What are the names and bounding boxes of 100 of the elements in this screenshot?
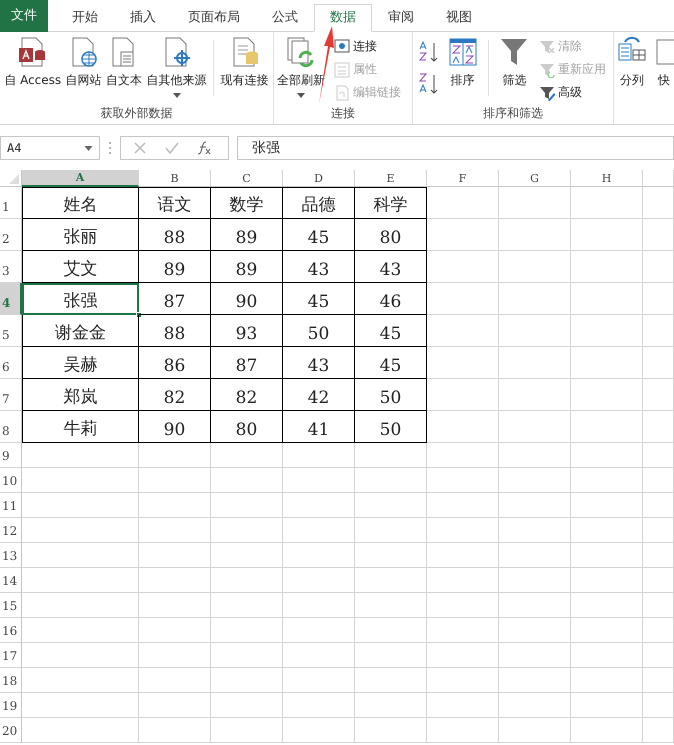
table-cell: 42: [283, 379, 355, 411]
ribbon-tab[interactable]: 视图: [430, 4, 488, 32]
empty-cell: [499, 187, 571, 219]
empty-cell: [643, 643, 674, 668]
ribbon-button[interactable]: 排序: [446, 34, 479, 91]
ribbon-button[interactable]: 连接: [332, 36, 403, 57]
empty-cell: [427, 187, 499, 219]
empty-cell: [499, 718, 571, 743]
empty-cell: [499, 668, 571, 693]
ribbon-button[interactable]: 分列: [616, 34, 648, 91]
ribbon-tab[interactable]: 开始: [56, 4, 114, 32]
ribbon-tab[interactable]: 插入: [114, 4, 172, 32]
empty-cell: [427, 251, 499, 283]
ribbon-button[interactable]: 高级: [536, 82, 608, 103]
empty-cell: [211, 643, 283, 668]
empty-cell: [499, 443, 571, 468]
row-header[interactable]: 20: [0, 718, 22, 743]
column-header[interactable]: E: [355, 170, 427, 187]
empty-cell: [643, 593, 674, 618]
empty-cell: [139, 593, 211, 618]
empty-cell: [211, 543, 283, 568]
ribbon-button[interactable]: 现有连接: [220, 34, 270, 91]
empty-cell: [139, 443, 211, 468]
column-header[interactable]: C: [211, 170, 283, 187]
empty-cell: [283, 618, 355, 643]
empty-cell: [355, 543, 427, 568]
ribbon-button[interactable]: 自其他来源: [146, 34, 208, 100]
empty-cell: [643, 668, 674, 693]
caret-icon: [84, 146, 93, 150]
empty-cell: [643, 315, 674, 347]
empty-cell: [499, 251, 571, 283]
column-header[interactable]: F: [427, 170, 499, 187]
formula-field[interactable]: 张强: [237, 136, 674, 160]
table-cell: 88: [139, 219, 211, 251]
empty-cell: [571, 468, 643, 493]
column-header[interactable]: A: [22, 170, 139, 187]
row-header[interactable]: 11: [0, 493, 22, 518]
empty-cell: [499, 543, 571, 568]
table-cell: 86: [139, 347, 211, 379]
empty-cell: [499, 468, 571, 493]
empty-cell: [427, 411, 499, 443]
row-header[interactable]: 19: [0, 693, 22, 718]
empty-cell: [355, 618, 427, 643]
empty-cell: [571, 593, 643, 618]
row-header[interactable]: 8: [0, 411, 22, 443]
row-header[interactable]: 7: [0, 379, 22, 411]
function-icon[interactable]: [197, 141, 211, 155]
row-header[interactable]: 4: [0, 283, 22, 315]
row-header[interactable]: 16: [0, 618, 22, 643]
ribbon-button[interactable]: 筛选: [498, 34, 530, 91]
row-header[interactable]: 5: [0, 315, 22, 347]
column-header[interactable]: B: [139, 170, 211, 187]
row-header[interactable]: 17: [0, 643, 22, 668]
empty-cell: [571, 187, 643, 219]
ribbon-button[interactable]: 快: [648, 34, 674, 91]
empty-cell: [499, 315, 571, 347]
column-header[interactable]: D: [283, 170, 355, 187]
row-header[interactable]: 14: [0, 568, 22, 593]
table-cell: 93: [211, 315, 283, 347]
check-icon[interactable]: [165, 141, 179, 155]
ribbon-button[interactable]: 自文本: [105, 34, 144, 91]
ribbon-tab[interactable]: 数据: [314, 4, 372, 32]
empty-cell: [139, 668, 211, 693]
row-header[interactable]: 9: [0, 443, 22, 468]
row-header[interactable]: 2: [0, 219, 22, 251]
name-box[interactable]: A4: [0, 136, 100, 160]
list-icon: [334, 62, 350, 78]
table-cell: 牛莉: [22, 411, 139, 443]
empty-cell: [571, 379, 643, 411]
empty-cell: [427, 379, 499, 411]
empty-cell: [499, 693, 571, 718]
empty-cell: [643, 379, 674, 411]
column-header[interactable]: G: [499, 170, 571, 187]
ribbon-tab[interactable]: 页面布局: [172, 4, 256, 32]
row-header[interactable]: 1: [0, 187, 22, 219]
empty-cell: [499, 219, 571, 251]
row-header[interactable]: 6: [0, 347, 22, 379]
row-header[interactable]: 13: [0, 543, 22, 568]
row-header[interactable]: 10: [0, 468, 22, 493]
ribbon-button[interactable]: 自 Access: [3, 34, 62, 91]
table-cell: 88: [139, 315, 211, 347]
ribbon-button[interactable]: 自网站: [64, 34, 103, 91]
ribbon-tab[interactable]: 公式: [256, 4, 314, 32]
ribbon-tab[interactable]: 文件: [0, 0, 48, 32]
table-cell: 80: [355, 219, 427, 251]
row-header[interactable]: 12: [0, 518, 22, 543]
sort-icon: [448, 36, 478, 68]
empty-cell: [355, 693, 427, 718]
empty-cell: [643, 468, 674, 493]
empty-cell: [571, 283, 643, 315]
row-header[interactable]: 15: [0, 593, 22, 618]
empty-cell: [571, 443, 643, 468]
empty-cell: [283, 643, 355, 668]
column-header[interactable]: H: [571, 170, 643, 187]
more-icon: [108, 141, 112, 155]
table-cell: 82: [211, 379, 283, 411]
empty-cell: [499, 568, 571, 593]
ribbon-tab[interactable]: 审阅: [372, 4, 430, 32]
empty-cell: [643, 411, 674, 443]
row-header[interactable]: 18: [0, 668, 22, 693]
